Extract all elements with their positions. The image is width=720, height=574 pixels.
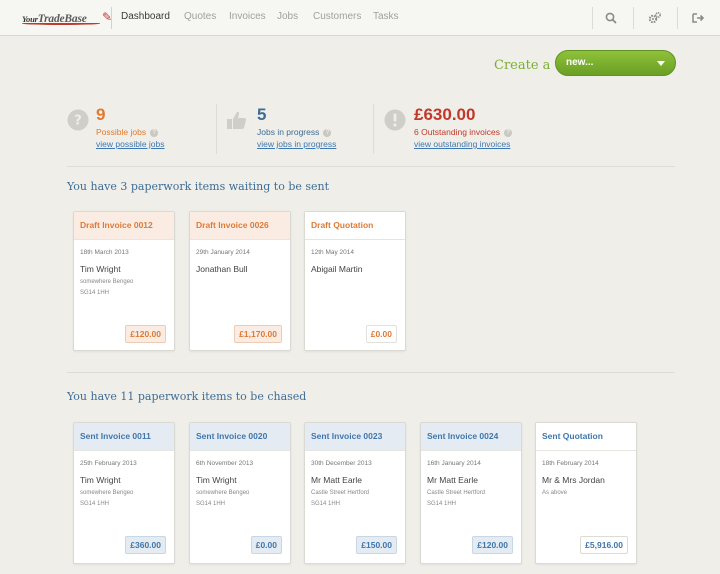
view-jobs-in-progress-link[interactable]: view jobs in progress [257, 139, 336, 149]
card-date: 29th January 2014 [196, 249, 250, 256]
top-navigation: YourTradeBase ✎ Dashboard Quotes Invoice… [0, 0, 720, 36]
paperwork-card[interactable]: Draft Invoice 0012 18th March 2013 Tim W… [73, 211, 175, 351]
card-address: somewhere Bengeo [80, 490, 134, 496]
card-customer: Tim Wright [196, 475, 237, 485]
card-date: 12th May 2014 [311, 249, 355, 256]
settings-gears-icon[interactable] [647, 10, 663, 26]
help-icon[interactable]: ? [323, 129, 332, 137]
card-title: Sent Quotation [536, 423, 636, 451]
card-title: Draft Invoice 0026 [190, 212, 290, 240]
nav-jobs[interactable]: Jobs [277, 11, 298, 22]
jobs-in-progress-label: Jobs in progress? [257, 127, 332, 137]
question-icon: ? [67, 109, 89, 136]
chased-section-title: You have 11 paperwork items to be chased [67, 390, 307, 403]
card-date: 18th February 2014 [542, 460, 599, 467]
card-address: Castle Street Hertford [311, 490, 370, 496]
create-new-dropdown[interactable]: new... [555, 50, 676, 76]
card-amount: £1,170.00 [234, 325, 282, 343]
create-dropdown-value: new... [566, 57, 594, 68]
card-amount: £150.00 [356, 536, 397, 554]
thumbs-up-icon [226, 109, 248, 136]
divider [216, 104, 217, 154]
card-customer: Tim Wright [80, 264, 121, 274]
create-label: Create a [494, 58, 551, 73]
paperwork-card[interactable]: Sent Invoice 0020 6th November 2013 Tim … [189, 422, 291, 564]
card-title: Draft Invoice 0012 [74, 212, 174, 240]
card-customer: Jonathan Bull [196, 264, 248, 274]
card-date: 25th February 2013 [80, 460, 137, 467]
possible-jobs-label: Possible jobs? [96, 127, 159, 137]
divider [373, 104, 374, 154]
tradebase-logo[interactable]: YourTradeBase ✎ [22, 9, 114, 27]
card-address: Castle Street Hertford [427, 490, 486, 496]
chevron-down-icon [657, 61, 665, 66]
card-amount: £120.00 [125, 325, 166, 343]
nav-quotes[interactable]: Quotes [184, 11, 216, 22]
card-customer: Tim Wright [80, 475, 121, 485]
card-date: 30th December 2013 [311, 460, 372, 467]
card-title: Sent Invoice 0024 [421, 423, 521, 451]
card-title: Sent Invoice 0020 [190, 423, 290, 451]
card-amount: £0.00 [250, 536, 282, 554]
card-address: somewhere Bengeo [196, 490, 250, 496]
nav-customers[interactable]: Customers [313, 11, 361, 22]
svg-text:?: ? [74, 114, 82, 129]
help-icon[interactable]: ? [150, 129, 159, 137]
help-icon[interactable]: ? [504, 129, 512, 137]
search-icon[interactable] [603, 10, 619, 26]
card-address: As above [542, 490, 568, 496]
nav-dashboard[interactable]: Dashboard [121, 11, 170, 22]
paperwork-card[interactable]: Draft Quotation 12th May 2014 Abigail Ma… [304, 211, 406, 351]
card-amount: £120.00 [472, 536, 513, 554]
card-date: 18th March 2013 [80, 249, 129, 256]
nav-tasks[interactable]: Tasks [373, 11, 399, 22]
card-customer: Mr Matt Earle [427, 475, 479, 485]
paperwork-card[interactable]: Sent Quotation 18th February 2014 Mr & M… [535, 422, 637, 564]
outstanding-invoices-label: 6 Outstanding invoices? [414, 127, 512, 137]
card-address: somewhere Bengeo [80, 279, 134, 285]
card-date: 16th January 2014 [427, 460, 481, 467]
card-customer: Mr Matt Earle [311, 475, 363, 485]
logo-swoosh [22, 22, 100, 25]
logout-icon[interactable] [690, 10, 706, 26]
card-date: 6th November 2013 [196, 460, 254, 467]
paperwork-card[interactable]: Draft Invoice 0026 29th January 2014 Jon… [189, 211, 291, 351]
card-customer: Mr & Mrs Jordan [542, 475, 605, 485]
view-possible-jobs-link[interactable]: view possible jobs [96, 139, 165, 149]
waiting-section-title: You have 3 paperwork items waiting to be… [67, 180, 330, 193]
card-postcode: SG14 1HH [427, 501, 457, 507]
paperwork-card[interactable]: Sent Invoice 0023 30th December 2013 Mr … [304, 422, 406, 564]
possible-jobs-count: 9 [96, 105, 106, 124]
paperwork-card[interactable]: Sent Invoice 0024 16th January 2014 Mr M… [420, 422, 522, 564]
card-amount: £360.00 [125, 536, 166, 554]
card-postcode: SG14 1HH [196, 501, 226, 507]
nav-invoices[interactable]: Invoices [229, 11, 266, 22]
card-title: Sent Invoice 0011 [74, 423, 174, 451]
card-amount: £0.00 [365, 325, 397, 343]
card-title: Sent Invoice 0023 [305, 423, 405, 451]
divider [67, 372, 675, 373]
card-customer: Abigail Martin [311, 264, 363, 274]
card-amount: £5,916.00 [580, 536, 628, 554]
card-postcode: SG14 1HH [80, 501, 110, 507]
card-title: Draft Quotation [305, 212, 405, 240]
nav-divider [592, 7, 593, 29]
nav-divider [677, 7, 678, 29]
nav-divider [633, 7, 634, 29]
card-postcode: SG14 1HH [80, 290, 110, 296]
alert-icon [384, 109, 406, 136]
paperwork-card[interactable]: Sent Invoice 0011 25th February 2013 Tim… [73, 422, 175, 564]
card-postcode: SG14 1HH [311, 501, 341, 507]
outstanding-amount: £630.00 [414, 105, 476, 124]
jobs-in-progress-count: 5 [257, 105, 267, 124]
divider [67, 166, 675, 167]
view-outstanding-invoices-link[interactable]: view outstanding invoices [414, 139, 510, 149]
nav-divider [111, 7, 112, 29]
